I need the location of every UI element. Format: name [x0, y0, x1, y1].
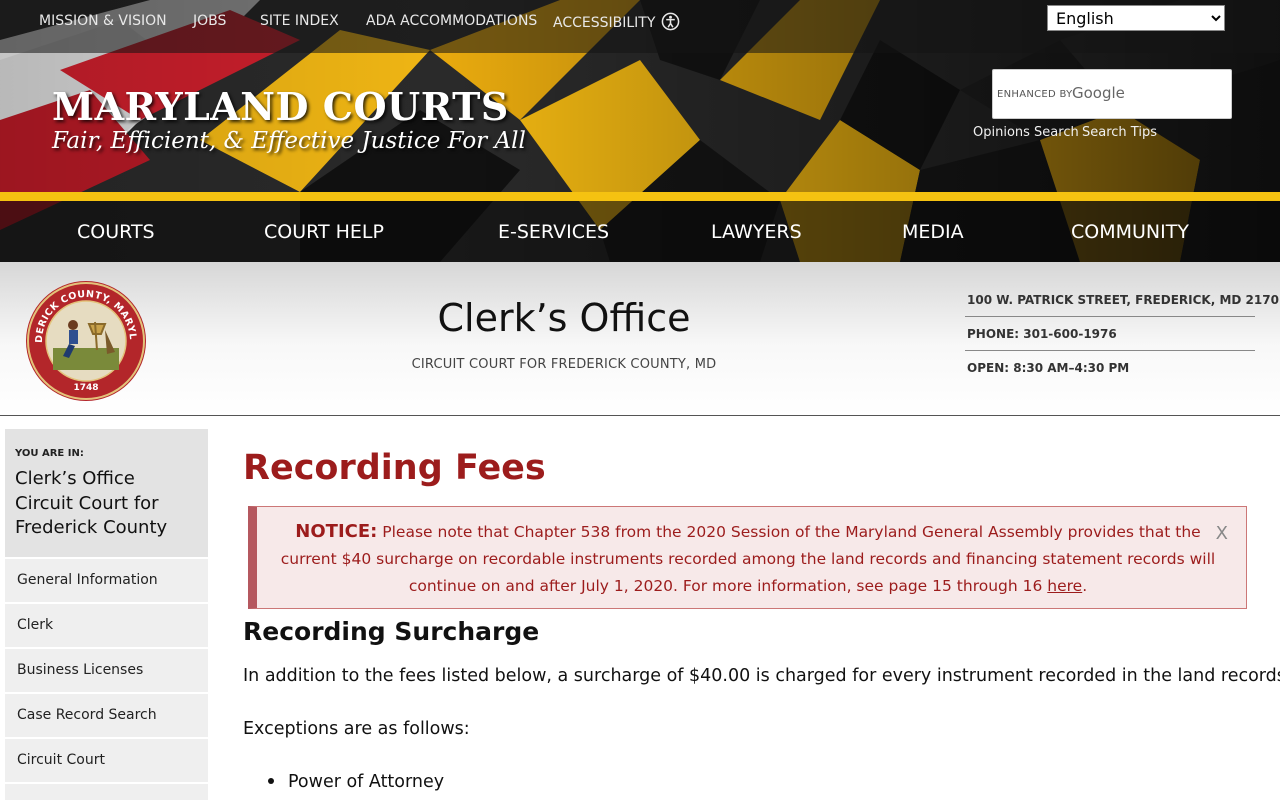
exceptions-list: Power of Attorney: [268, 772, 444, 792]
nav-media[interactable]: MEDIA: [902, 220, 964, 244]
google-logo-text: Google: [1072, 84, 1125, 102]
bullet-icon: [268, 777, 274, 784]
sidebar-item-clerk[interactable]: Clerk: [5, 604, 208, 647]
you-are-in-box: YOU ARE IN: Clerk’s Office Circuit Court…: [5, 429, 208, 557]
site-tagline: Fair, Efficient, & Effective Justice For…: [52, 128, 526, 154]
office-banner: FREDERICK COUNTY, MARYLAND 1748 Clerk’s …: [0, 262, 1280, 416]
gold-divider: [0, 192, 1280, 201]
site-index-link[interactable]: SITE INDEX: [260, 12, 339, 30]
accessibility-icon: [661, 12, 680, 31]
surcharge-paragraph: In addition to the fees listed below, a …: [243, 666, 1280, 686]
search-tips-link[interactable]: Search Tips: [1082, 125, 1157, 140]
opinions-search-link[interactable]: Opinions Search: [973, 125, 1079, 140]
notice-close-button[interactable]: X: [1216, 523, 1228, 544]
sidebar-item-next[interactable]: [5, 784, 208, 800]
section-heading: Recording Surcharge: [243, 617, 540, 646]
notice-alert: NOTICE: Please note that Chapter 538 fro…: [248, 506, 1247, 609]
notice-body: NOTICE: Please note that Chapter 538 fro…: [269, 518, 1227, 600]
accessibility-label: ACCESSIBILITY: [553, 15, 656, 31]
office-hours: OPEN: 8:30 AM–4:30 PM: [967, 361, 1130, 375]
notice-end: .: [1082, 577, 1088, 595]
site-title[interactable]: MARYLAND COURTS: [52, 84, 509, 129]
office-title: Clerk’s Office: [437, 296, 691, 340]
sidebar-item-circuit-court[interactable]: Circuit Court: [5, 739, 208, 782]
language-select[interactable]: English: [1047, 5, 1225, 31]
exceptions-intro: Exceptions are as follows:: [243, 719, 470, 739]
nav-courts[interactable]: COURTS: [77, 220, 155, 244]
nav-community[interactable]: COMMUNITY: [1071, 220, 1189, 244]
office-address: 100 W. PATRICK STREET, FREDERICK, MD 217…: [965, 283, 1280, 317]
you-are-in-label: YOU ARE IN:: [15, 448, 84, 459]
search-enhanced-label: ENHANCED BY: [997, 89, 1073, 100]
nav-e-services[interactable]: E-SERVICES: [498, 220, 609, 244]
nav-lawyers[interactable]: LAWYERS: [711, 220, 802, 244]
site-header: MISSION & VISION JOBS SITE INDEX ADA ACC…: [0, 0, 1280, 262]
page-title: Recording Fees: [243, 448, 546, 488]
frederick-county-seal: FREDERICK COUNTY, MARYLAND 1748: [25, 280, 146, 401]
notice-label: NOTICE:: [295, 521, 378, 542]
seal-year: 1748: [73, 383, 98, 393]
you-are-in-location[interactable]: Clerk’s Office Circuit Court for Frederi…: [15, 467, 198, 541]
sidebar-item-case-record-search[interactable]: Case Record Search: [5, 694, 208, 737]
office-phone[interactable]: PHONE: 301-600-1976: [965, 317, 1255, 351]
office-subtitle: CIRCUIT COURT FOR FREDERICK COUNTY, MD: [411, 357, 717, 372]
mission-vision-link[interactable]: MISSION & VISION: [39, 12, 167, 30]
sidebar-item-general-information[interactable]: General Information: [5, 559, 208, 602]
jobs-link[interactable]: JOBS: [193, 12, 226, 30]
search-input[interactable]: ENHANCED BY Google: [992, 69, 1232, 119]
sidebar-item-business-licenses[interactable]: Business Licenses: [5, 649, 208, 692]
accessibility-link[interactable]: ACCESSIBILITY: [553, 12, 680, 31]
ada-accommodations-link[interactable]: ADA ACCOMMODATIONS: [366, 12, 537, 30]
list-item: Power of Attorney: [268, 772, 444, 792]
exception-power-of-attorney: Power of Attorney: [288, 772, 445, 792]
notice-here-link[interactable]: here: [1047, 577, 1082, 595]
main-nav: COURTS COURT HELP E-SERVICES LAWYERS MED…: [0, 201, 1280, 262]
nav-court-help[interactable]: COURT HELP: [264, 220, 384, 244]
sidebar: YOU ARE IN: Clerk’s Office Circuit Court…: [5, 429, 208, 800]
